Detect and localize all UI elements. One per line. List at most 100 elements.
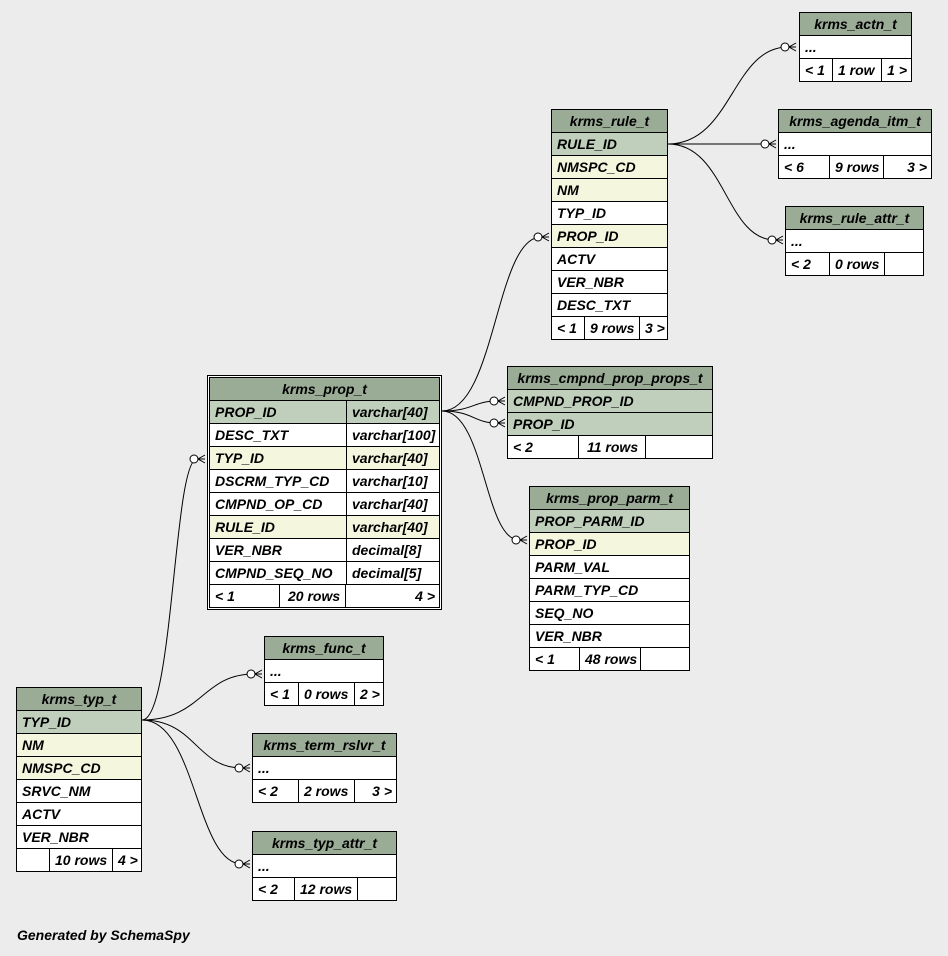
table-footer: 10 rows 4 > [17, 849, 141, 871]
column-name: PROP_ID [535, 536, 597, 552]
children-count[interactable] [884, 253, 923, 275]
row-count: 9 rows [584, 317, 639, 339]
parents-count[interactable]: < 2 [786, 253, 829, 275]
parents-count[interactable] [17, 849, 49, 871]
table-row[interactable]: ACTV [17, 803, 141, 826]
table-row[interactable]: PARM_VAL [530, 556, 689, 579]
table-row[interactable]: NMSPC_CD [552, 156, 667, 179]
parents-count[interactable]: < 1 [800, 59, 832, 81]
table-row[interactable]: ACTV [552, 248, 667, 271]
table-row[interactable]: CMPND_OP_CD varchar[40] [210, 493, 439, 516]
parents-count[interactable]: < 6 [779, 156, 829, 178]
table-krms-rule-attr-t[interactable]: krms_rule_attr_t ... < 2 0 rows [785, 206, 924, 276]
table-row[interactable]: TYP_ID [17, 711, 141, 734]
table-row[interactable]: NM [17, 734, 141, 757]
table-row[interactable]: VER_NBR [552, 271, 667, 294]
row-count: 0 rows [298, 683, 354, 705]
table-title[interactable]: krms_typ_t [17, 688, 141, 711]
table-krms-typ-attr-t[interactable]: krms_typ_attr_t ... < 2 12 rows [252, 831, 397, 901]
crows-foot-icon [774, 235, 784, 245]
table-row[interactable]: PROP_PARM_ID [530, 510, 689, 533]
children-count[interactable] [640, 648, 689, 670]
table-title[interactable]: krms_typ_attr_t [253, 832, 396, 855]
table-krms-term-rslvr-t[interactable]: krms_term_rslvr_t ... < 2 2 rows 3 > [252, 733, 397, 803]
table-row[interactable]: ... [253, 757, 396, 780]
table-row[interactable]: RULE_ID varchar[40] [210, 516, 439, 539]
table-row[interactable]: NM [552, 179, 667, 202]
children-count[interactable]: 4 > [345, 585, 439, 607]
children-count[interactable]: 4 > [112, 849, 141, 871]
table-title[interactable]: krms_rule_attr_t [786, 207, 923, 230]
table-title[interactable]: krms_prop_t [210, 378, 439, 401]
table-krms-typ-t[interactable]: krms_typ_t TYP_ID NM NMSPC_CD SRVC_NM AC… [16, 687, 142, 872]
table-row[interactable]: TYP_ID varchar[40] [210, 447, 439, 470]
column-name: NM [557, 182, 579, 198]
table-row[interactable]: ... [786, 230, 923, 253]
table-row[interactable]: PROP_ID [552, 225, 667, 248]
crows-foot-icon [540, 232, 550, 242]
table-row[interactable]: VER_NBR [17, 826, 141, 849]
table-title[interactable]: krms_agenda_itm_t [779, 110, 931, 133]
table-krms-prop-parm-t[interactable]: krms_prop_parm_t PROP_PARM_ID PROP_ID PA… [529, 486, 690, 671]
children-count[interactable]: 1 > [881, 59, 911, 81]
table-row[interactable]: VER_NBR decimal[8] [210, 539, 439, 562]
table-krms-rule-t[interactable]: krms_rule_t RULE_ID NMSPC_CD NM TYP_ID P… [551, 109, 668, 340]
table-row[interactable]: NMSPC_CD [17, 757, 141, 780]
table-row[interactable]: ... [265, 660, 383, 683]
table-title[interactable]: krms_prop_parm_t [530, 487, 689, 510]
table-row[interactable]: PROP_ID varchar[40] [210, 401, 439, 424]
table-row[interactable]: DSCRM_TYP_CD varchar[10] [210, 470, 439, 493]
table-title[interactable]: krms_term_rslvr_t [253, 734, 396, 757]
children-count[interactable]: 3 > [354, 780, 396, 802]
table-row[interactable]: PROP_ID [530, 533, 689, 556]
generated-by-label[interactable]: Generated by SchemaSpy [17, 927, 190, 943]
table-row[interactable]: DESC_TXT varchar[100] [210, 424, 439, 447]
table-footer: < 2 12 rows [253, 878, 396, 900]
table-row[interactable]: ... [253, 855, 396, 878]
table-krms-actn-t[interactable]: krms_actn_t ... < 1 1 row 1 > [799, 12, 912, 82]
parents-count[interactable]: < 2 [253, 780, 298, 802]
parents-count[interactable]: < 1 [530, 648, 579, 670]
table-row[interactable]: DESC_TXT [552, 294, 667, 317]
table-row[interactable]: CMPND_PROP_ID [508, 390, 712, 413]
children-count[interactable]: 2 > [354, 683, 383, 705]
parents-count[interactable]: < 1 [210, 585, 279, 607]
children-count[interactable] [357, 878, 396, 900]
parents-count[interactable]: < 1 [265, 683, 298, 705]
curve-func [141, 673, 255, 721]
column-name: TYP_ID [215, 450, 265, 466]
column-name: TYP_ID [22, 714, 72, 730]
parents-count[interactable]: < 1 [552, 317, 584, 339]
column-type: varchar[40] [346, 401, 439, 423]
table-row[interactable]: VER_NBR [530, 625, 689, 648]
table-row[interactable]: CMPND_SEQ_NO decimal[5] [210, 562, 439, 585]
parents-count[interactable]: < 2 [253, 878, 294, 900]
column-name: ... [784, 136, 796, 152]
table-krms-cmpnd-prop-props-t[interactable]: krms_cmpnd_prop_props_t CMPND_PROP_ID PR… [507, 366, 713, 459]
table-row[interactable]: PARM_TYP_CD [530, 579, 689, 602]
children-count[interactable] [645, 436, 712, 458]
table-row[interactable]: PROP_ID [508, 413, 712, 436]
table-row[interactable]: ... [779, 133, 931, 156]
table-krms-prop-t[interactable]: krms_prop_t PROP_ID varchar[40] DESC_TXT v… [207, 375, 442, 610]
table-title[interactable]: krms_func_t [265, 637, 383, 660]
row-count: 9 rows [829, 156, 883, 178]
table-row[interactable]: SEQ_NO [530, 602, 689, 625]
children-count[interactable]: 3 > [883, 156, 931, 178]
table-krms-agenda-itm-t[interactable]: krms_agenda_itm_t ... < 6 9 rows 3 > [778, 109, 932, 179]
column-name: SRVC_NM [22, 783, 91, 799]
table-row[interactable]: RULE_ID [552, 133, 667, 156]
children-count[interactable]: 3 > [639, 317, 667, 339]
table-row[interactable]: TYP_ID [552, 202, 667, 225]
crows-foot-icon [241, 859, 251, 869]
table-title[interactable]: krms_cmpnd_prop_props_t [508, 367, 712, 390]
parents-count[interactable]: < 2 [508, 436, 578, 458]
table-title[interactable]: krms_rule_t [552, 110, 667, 133]
table-krms-func-t[interactable]: krms_func_t ... < 1 0 rows 2 > [264, 636, 384, 706]
table-row[interactable]: ... [800, 36, 911, 59]
table-row[interactable]: SRVC_NM [17, 780, 141, 803]
optional-circle-icon [760, 139, 770, 149]
optional-circle-icon [234, 859, 244, 869]
table-footer: < 6 9 rows 3 > [779, 156, 931, 178]
table-title[interactable]: krms_actn_t [800, 13, 911, 36]
